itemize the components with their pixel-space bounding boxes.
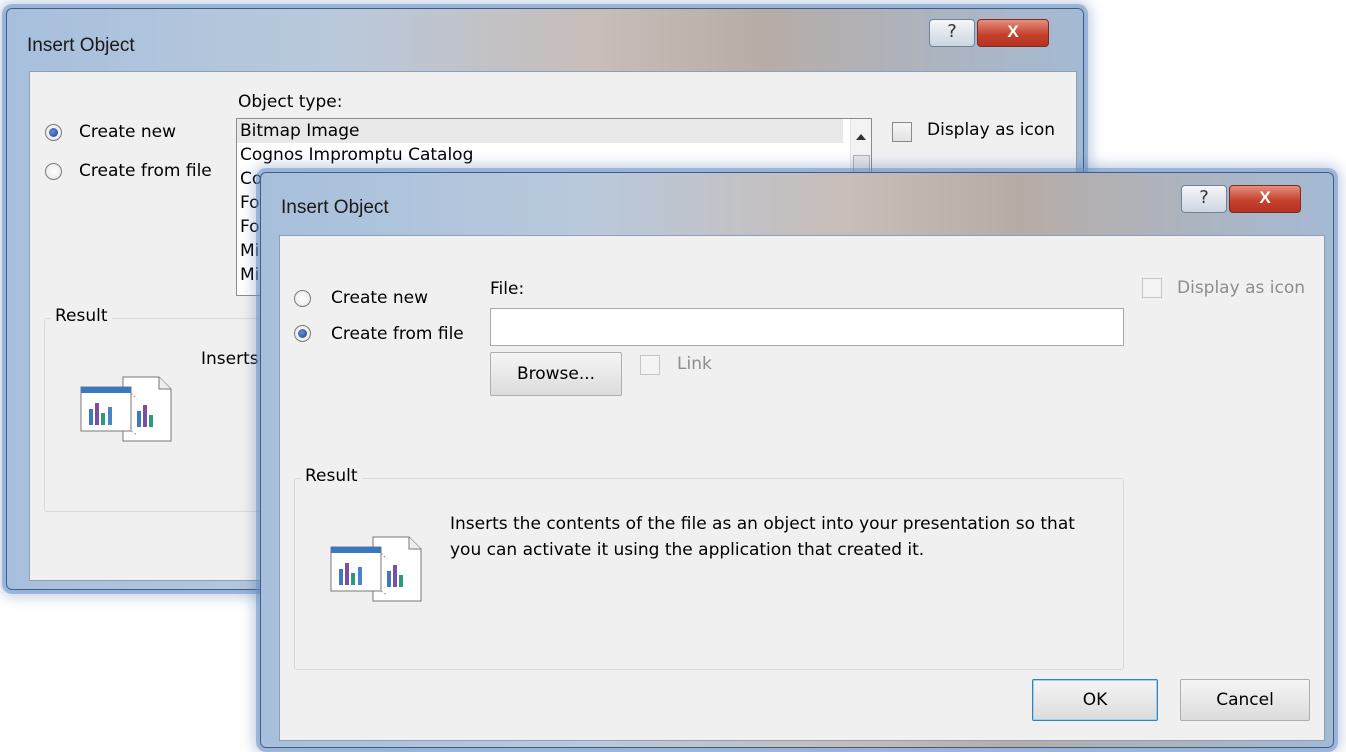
insert-object-icon <box>327 533 423 603</box>
back-radio-create-new-label[interactable]: Create new <box>79 122 176 142</box>
front-dialog-title: Insert Object <box>281 197 389 218</box>
front-radio-create-from-file-label[interactable]: Create from file <box>331 324 464 344</box>
front-cancel-button[interactable]: Cancel <box>1180 679 1310 721</box>
front-help-button[interactable]: ? <box>1181 185 1227 213</box>
front-result-group: Result Inserts the contents of the file … <box>294 466 1124 670</box>
front-link-label[interactable]: Link <box>677 354 712 374</box>
front-radio-create-new[interactable] <box>294 290 311 307</box>
back-display-as-icon-checkbox[interactable] <box>892 122 912 142</box>
back-radio-create-new[interactable] <box>45 124 62 141</box>
front-browse-button[interactable]: Browse... <box>490 352 622 396</box>
insert-object-icon <box>77 373 173 443</box>
front-dialog-client: Create new Create from file File: Browse… <box>279 235 1325 741</box>
scroll-up-arrow-icon[interactable] <box>856 134 866 140</box>
help-icon: ? <box>947 21 957 42</box>
front-radio-create-from-file[interactable] <box>294 325 311 342</box>
front-result-text: Inserts the contents of the file as an o… <box>450 514 1075 560</box>
back-object-type-label: Object type: <box>238 92 343 112</box>
front-result-title: Result <box>301 466 362 486</box>
back-display-as-icon-label[interactable]: Display as icon <box>927 120 1055 140</box>
front-ok-button[interactable]: OK <box>1032 679 1158 721</box>
back-dialog-title: Insert Object <box>27 35 135 56</box>
front-link-checkbox[interactable] <box>640 355 660 375</box>
back-help-button[interactable]: ? <box>929 19 975 47</box>
help-icon: ? <box>1199 187 1209 208</box>
back-radio-create-from-file[interactable] <box>45 163 62 180</box>
back-result-title: Result <box>51 306 112 326</box>
front-display-as-icon-checkbox[interactable] <box>1142 278 1162 298</box>
front-insert-object-dialog: Insert Object ? X Create new Create from… <box>260 172 1334 748</box>
front-file-input[interactable] <box>490 308 1124 346</box>
list-item[interactable]: Bitmap Image <box>237 119 843 143</box>
front-file-label: File: <box>490 279 525 299</box>
list-item[interactable]: Cognos Impromptu Catalog <box>237 143 871 167</box>
front-dialog-titlebar[interactable]: Insert Object ? X <box>261 173 1333 219</box>
close-icon: X <box>1007 22 1019 41</box>
back-close-button[interactable]: X <box>977 19 1049 47</box>
back-radio-create-from-file-label[interactable]: Create from file <box>79 161 212 181</box>
front-radio-create-new-label[interactable]: Create new <box>331 288 428 308</box>
front-display-as-icon-label[interactable]: Display as icon <box>1177 278 1305 298</box>
close-icon: X <box>1259 188 1271 207</box>
front-close-button[interactable]: X <box>1229 185 1301 213</box>
back-dialog-titlebar[interactable]: Insert Object ? X <box>7 9 1083 56</box>
back-result-text: Inserts <box>201 349 259 369</box>
